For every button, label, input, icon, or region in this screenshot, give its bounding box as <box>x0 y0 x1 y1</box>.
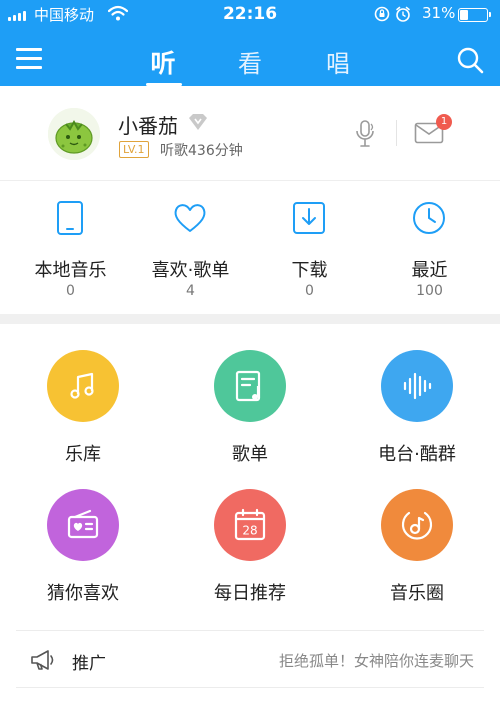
user-profile-row[interactable]: 小番茄 LV.1 听歌436分钟 1 <box>0 86 500 181</box>
grid-circle <box>47 489 119 561</box>
promo-text[interactable]: 拒绝孤单！女神陪你连麦聊天 <box>279 650 474 671</box>
status-bar: 中国移动 22:16 31% <box>0 0 500 28</box>
app-header: 中国移动 22:16 31% 听 看 唱 <box>0 0 500 86</box>
status-icons <box>374 6 410 22</box>
battery-level <box>460 10 468 20</box>
quick-label: 最近 <box>411 260 448 281</box>
calendar-icon: 28 <box>234 508 266 541</box>
microphone-icon[interactable] <box>352 118 378 150</box>
grid-circle: 28 <box>214 489 286 561</box>
battery-icon <box>458 8 491 22</box>
grid-item-radio[interactable]: 电台·酷群 <box>334 350 500 486</box>
download-item[interactable]: 下载 0 <box>247 182 372 314</box>
grid-item-music-circle[interactable]: 音乐圈 <box>334 489 500 625</box>
grid-item-guess-you-like[interactable]: 猜你喜欢 <box>0 489 166 625</box>
quick-label: 本地音乐 <box>34 260 107 281</box>
heart-icon <box>174 204 206 232</box>
listen-time: 听歌436分钟 <box>160 143 243 159</box>
sound-wave-icon <box>403 372 432 400</box>
radio-heart-icon <box>67 509 99 539</box>
music-note-icon <box>70 372 94 399</box>
quick-stats: 本地音乐 0 喜欢·歌单 4 下载 0 最近 100 <box>0 182 500 314</box>
phone-icon <box>57 201 83 235</box>
message-badge: 1 <box>436 114 452 130</box>
rotation-lock-icon <box>374 6 390 22</box>
tab-watch[interactable]: 看 <box>225 44 275 79</box>
local-music-item[interactable]: 本地音乐 0 <box>8 182 133 314</box>
quick-label: 下载 <box>291 260 328 281</box>
tab-sing[interactable]: 唱 <box>313 44 363 79</box>
username[interactable]: 小番茄 <box>118 110 178 139</box>
grid-item-playlists[interactable]: 歌单 <box>167 350 333 486</box>
grid-circle <box>381 489 453 561</box>
music-circle-icon <box>401 511 433 540</box>
quick-count: 0 <box>66 283 75 299</box>
playlist-icon <box>235 370 261 402</box>
calendar-day: 28 <box>242 524 257 538</box>
quick-count: 0 <box>305 283 314 299</box>
clock-icon <box>413 202 445 234</box>
section-divider <box>0 314 500 324</box>
tab-listen[interactable]: 听 <box>138 44 188 80</box>
grid-label: 歌单 <box>232 444 268 465</box>
grid-item-daily-picks[interactable]: 28 每日推荐 <box>167 489 333 625</box>
quick-count: 4 <box>186 283 195 299</box>
promo-label: 推广 <box>72 654 106 674</box>
battery-percent: 31% <box>422 4 456 22</box>
grid-circle <box>214 350 286 422</box>
grid-label: 电台·酷群 <box>378 444 456 465</box>
grid-label: 每日推荐 <box>214 583 286 604</box>
grid-label: 乐库 <box>65 444 101 465</box>
avatar[interactable] <box>48 108 100 160</box>
grid-label: 猜你喜欢 <box>47 583 119 604</box>
quick-count: 100 <box>416 283 443 299</box>
promo-row[interactable]: 推广 拒绝孤单！女神陪你连麦聊天 <box>16 630 484 688</box>
favorites-playlist-item[interactable]: 喜欢·歌单 4 <box>128 182 253 314</box>
grid-circle <box>381 350 453 422</box>
download-icon <box>293 202 325 234</box>
search-icon[interactable] <box>456 46 484 74</box>
megaphone-icon <box>31 650 54 670</box>
grid-item-library[interactable]: 乐库 <box>0 350 166 486</box>
grid-circle <box>47 350 119 422</box>
vip-diamond-icon[interactable] <box>186 112 210 132</box>
level-badge: LV.1 <box>119 141 149 158</box>
main-tabs: 听 看 唱 <box>0 40 500 86</box>
divider <box>396 120 397 146</box>
alarm-icon <box>396 6 410 22</box>
recent-item[interactable]: 最近 100 <box>367 182 492 314</box>
quick-label: 喜欢·歌单 <box>151 260 230 281</box>
grid-label: 音乐圈 <box>390 583 444 604</box>
